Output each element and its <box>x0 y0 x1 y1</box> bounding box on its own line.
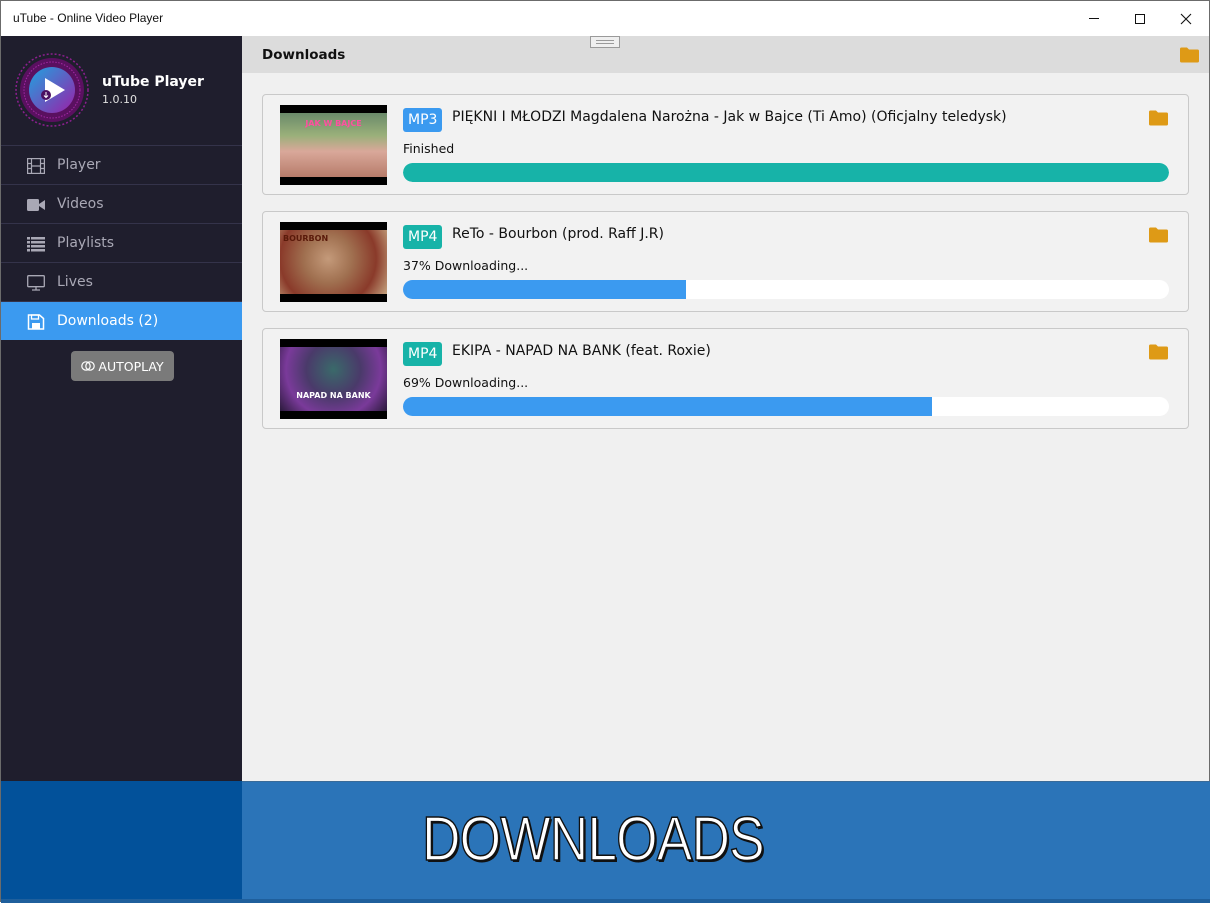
open-folder-button[interactable] <box>1149 344 1168 360</box>
main-panel: Downloads JAK W BAJCE MP3 PIĘKNI I MŁODZ… <box>242 36 1209 781</box>
title-bar: uTube - Online Video Player <box>1 1 1209 36</box>
download-item: BOURBON MP4 ReTo - Bourbon (prod. Raff J… <box>262 211 1189 312</box>
maximize-icon <box>1135 13 1145 24</box>
download-item: JAK W BAJCE MP3 PIĘKNI I MŁODZI Magdalen… <box>262 94 1189 195</box>
video-thumbnail[interactable]: BOURBON <box>280 222 387 302</box>
download-title: EKIPA - NAPAD NA BANK (feat. Roxie) <box>452 343 711 359</box>
minimize-icon <box>1089 18 1099 19</box>
download-title: PIĘKNI I MŁODZI Magdalena Narożna - Jak … <box>452 109 1007 125</box>
thumbnail-caption: BOURBON <box>283 234 329 243</box>
maximize-button[interactable] <box>1117 1 1163 36</box>
progress-fill <box>403 163 1169 182</box>
monitor-icon <box>27 275 45 291</box>
autoplay-label: AUTOPLAY <box>98 358 164 374</box>
minimize-button[interactable] <box>1071 1 1117 36</box>
downloads-list: JAK W BAJCE MP3 PIĘKNI I MŁODZI Magdalen… <box>262 94 1189 445</box>
banner-text: DOWNLOADS <box>421 804 765 875</box>
banner-left-panel <box>1 781 242 903</box>
app-logo-icon <box>15 53 89 127</box>
window-title: uTube - Online Video Player <box>13 11 164 25</box>
sidebar-item-label: Player <box>57 157 101 173</box>
video-thumbnail[interactable]: JAK W BAJCE <box>280 105 387 185</box>
open-folder-button[interactable] <box>1149 227 1168 243</box>
app-version: 1.0.10 <box>102 93 137 106</box>
app-name: uTube Player <box>102 74 204 90</box>
sidebar: uTube Player 1.0.10 Player Videos Playli… <box>1 36 242 781</box>
close-button[interactable] <box>1163 1 1209 36</box>
progress-bar <box>403 163 1169 182</box>
format-badge: MP3 <box>403 108 443 132</box>
progress-fill <box>403 397 932 416</box>
video-thumbnail[interactable]: NAPAD NA BANK <box>280 339 387 419</box>
sidebar-item-label: Videos <box>57 196 104 212</box>
floppy-disk-icon <box>27 314 45 330</box>
open-folder-button[interactable] <box>1180 47 1199 63</box>
sidebar-item-videos[interactable]: Videos <box>1 185 242 224</box>
download-status: 37% Downloading... <box>403 258 529 273</box>
caption-banner: DOWNLOADS <box>242 781 1210 903</box>
thumbnail-caption: JAK W BAJCE <box>305 119 362 128</box>
progress-bar <box>403 280 1169 299</box>
page-title: Downloads <box>262 47 346 63</box>
open-folder-button[interactable] <box>1149 110 1168 126</box>
sidebar-item-label: Playlists <box>57 235 115 251</box>
thumbnail-caption: NAPAD NA BANK <box>296 391 371 400</box>
list-icon <box>27 236 45 252</box>
brand-header: uTube Player 1.0.10 <box>1 36 242 146</box>
sidebar-item-playlists[interactable]: Playlists <box>1 224 242 263</box>
download-title: ReTo - Bourbon (prod. Raff J.R) <box>452 226 664 242</box>
sidebar-item-label: Lives <box>57 274 93 290</box>
banner-strip <box>1 899 1210 903</box>
download-item: NAPAD NA BANK MP4 EKIPA - NAPAD NA BANK … <box>262 328 1189 429</box>
sidebar-nav: Player Videos Playlists Lives Downloads … <box>1 146 242 340</box>
download-status: Finished <box>403 141 455 156</box>
film-icon <box>27 158 45 174</box>
sidebar-item-lives[interactable]: Lives <box>1 263 242 302</box>
app-window: uTube - Online Video Player uTube Player… <box>0 0 1210 903</box>
main-header: Downloads <box>242 36 1209 73</box>
format-badge: MP4 <box>403 225 443 249</box>
sidebar-item-label: Downloads (2) <box>57 313 159 329</box>
video-camera-icon <box>27 197 45 213</box>
autoplay-toggle[interactable]: AUTOPLAY <box>71 351 174 381</box>
sidebar-item-player[interactable]: Player <box>1 146 242 185</box>
progress-bar <box>403 397 1169 416</box>
toggle-icon <box>81 361 96 371</box>
sidebar-item-downloads[interactable]: Downloads (2) <box>1 302 242 340</box>
close-icon <box>1180 13 1192 24</box>
format-badge: MP4 <box>403 342 443 366</box>
progress-fill <box>403 280 687 299</box>
download-status: 69% Downloading... <box>403 375 529 390</box>
resize-handle[interactable] <box>590 36 620 48</box>
